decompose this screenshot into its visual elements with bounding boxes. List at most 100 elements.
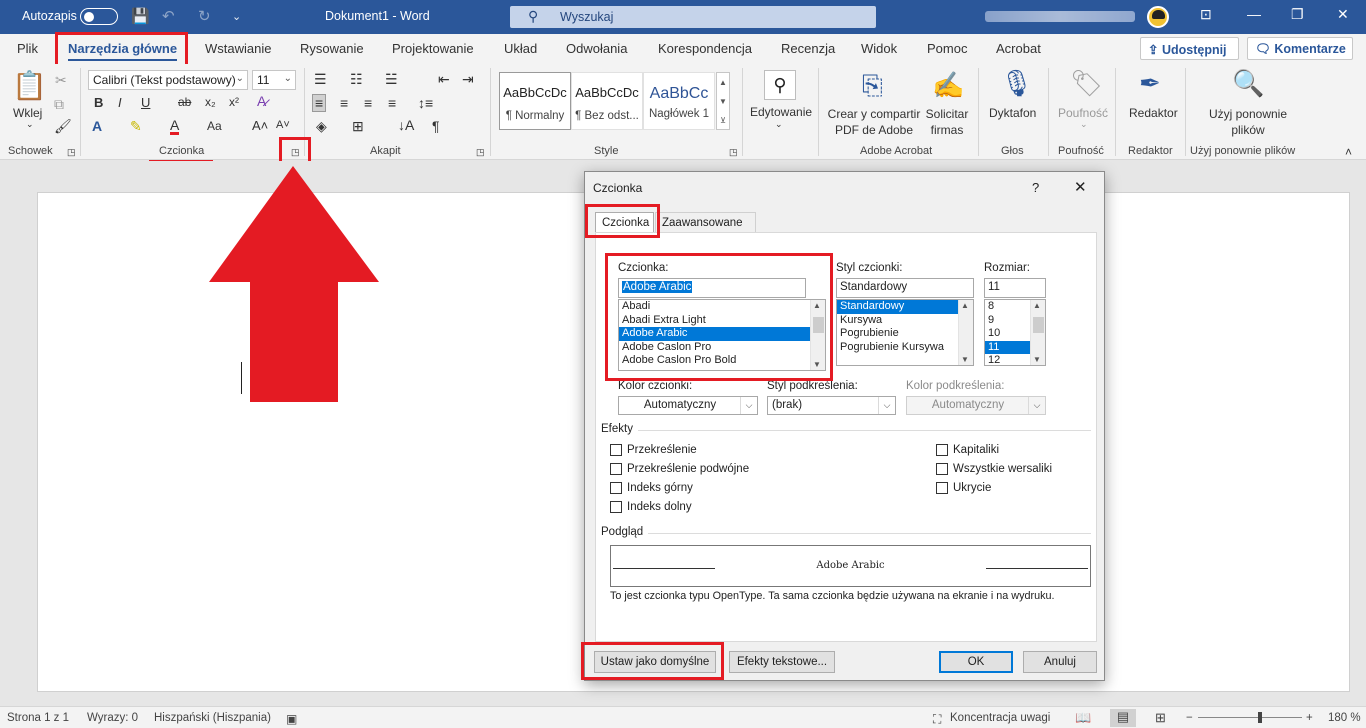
tab-advanced[interactable]: Zaawansowane [655,212,756,234]
line-spacing-icon[interactable]: ↕≡ [418,96,433,110]
strikethrough-checkbox[interactable] [610,444,622,456]
text-effects-button[interactable]: Efekty tekstowe... [729,651,835,673]
paragraph-launcher-icon[interactable]: ◳ [476,148,485,157]
share-button[interactable]: ⇪ Udostępnij [1140,37,1239,60]
superscript-icon[interactable]: x² [229,96,239,108]
comments-button[interactable]: 🗨 Komentarze [1247,37,1353,60]
styles-launcher-icon[interactable]: ◳ [729,148,738,157]
tab-draw[interactable]: Rysowanie [300,41,364,56]
tab-insert[interactable]: Wstawianie [205,41,271,56]
style-heading-1[interactable]: AaBbCc Nagłówek 1 [643,72,715,130]
underline-style-select[interactable]: (brak) ⌵ [767,396,896,415]
align-right-icon[interactable]: ≡ [364,96,372,110]
scrollbar[interactable]: ▲ ▼ [1030,300,1045,365]
avatar[interactable] [1147,6,1169,28]
web-layout-icon[interactable]: ⊞ [1155,710,1166,726]
language-indicator[interactable]: Hiszpański (Hiszpania) [154,712,271,724]
font-color-select[interactable]: Automatyczny ⌵ [618,396,758,415]
editor-icon[interactable]: ✒ [1139,70,1161,96]
style-normal[interactable]: AaBbCcDc ¶ Normalny [499,72,571,130]
ok-button[interactable]: OK [939,651,1013,673]
style-no-spacing[interactable]: AaBbCcDc ¶ Bez odst... [571,72,643,130]
microphone-icon[interactable]: 🎙 [1000,70,1033,96]
grow-font-icon[interactable]: A˄ [252,119,268,132]
tab-mailings[interactable]: Korespondencja [658,41,752,56]
paste-icon[interactable]: 📋 [12,72,47,100]
highlight-icon[interactable]: ✎ [130,119,142,133]
numbering-icon[interactable]: ☷ [350,72,363,86]
page-count[interactable]: Strona 1 z 1 [7,712,69,724]
print-layout-icon[interactable]: ▤ [1110,709,1136,727]
request-signatures-icon[interactable]: ✍ [932,72,964,98]
align-center-icon[interactable]: ≡ [340,96,348,110]
increase-indent-icon[interactable]: ⇥ [462,72,474,86]
restore-icon[interactable]: ❐ [1291,6,1304,23]
tab-layout[interactable]: Układ [504,41,537,56]
focus-icon[interactable]: ⛶ [933,712,941,727]
save-icon[interactable]: 💾 [131,7,150,25]
format-painter-icon[interactable]: 🖌 [54,119,72,133]
hidden-label[interactable]: Ukrycie [953,482,991,494]
ribbon-display-icon[interactable]: ⊡ [1200,6,1212,23]
tab-file[interactable]: Plik [17,41,38,56]
list-item[interactable]: Kursywa [837,314,973,328]
decrease-indent-icon[interactable]: ⇤ [438,72,450,86]
cut-icon[interactable]: ✂ [55,73,67,87]
tab-view[interactable]: Widok [861,41,897,56]
font-style-input[interactable]: Standardowy [836,278,974,298]
search-icon[interactable]: ⚲ [764,70,796,100]
borders-icon[interactable]: ⊞ [352,119,364,133]
list-item[interactable]: Pogrubienie Kursywa [837,341,973,355]
request-signatures-button[interactable]: Solicitar firmas [924,106,970,138]
create-pdf-icon[interactable]: ⎘ [862,72,883,98]
cancel-button[interactable]: Anuluj [1023,651,1097,673]
all-caps-checkbox[interactable] [936,463,948,475]
tab-design[interactable]: Projektowanie [392,41,474,56]
scroll-down-icon[interactable]: ▼ [1033,355,1041,364]
shading-icon[interactable]: ◈ [316,119,327,133]
double-strikethrough-label[interactable]: Przekreślenie podwójne [627,463,749,475]
scroll-up-icon[interactable]: ▲ [1033,301,1041,310]
subscript-icon[interactable]: x₂ [205,96,216,108]
superscript-checkbox[interactable] [610,482,622,494]
clear-formatting-icon[interactable]: A̷ [257,94,266,108]
double-strikethrough-checkbox[interactable] [610,463,622,475]
zoom-slider-thumb[interactable] [1258,712,1262,723]
strikethrough-icon[interactable]: ab [178,96,191,108]
list-item[interactable]: Pogrubienie [837,327,973,341]
minimize-icon[interactable]: — [1247,6,1261,22]
tab-help[interactable]: Pomoc [927,41,967,56]
align-left-icon[interactable]: ≡ [312,94,327,112]
scrollbar[interactable]: ▲ ▼ [958,300,973,365]
text-effects-icon[interactable]: A [92,119,102,133]
underline-icon[interactable]: U [141,96,150,109]
focus-mode[interactable]: Koncentracja uwagi [950,712,1050,724]
redo-icon[interactable]: ↻ [198,7,211,25]
change-case-icon[interactable]: Aa [207,120,222,132]
bold-icon[interactable]: B [94,96,103,109]
justify-icon[interactable]: ≡ [388,96,396,110]
scroll-down-icon[interactable]: ▼ [961,355,969,364]
zoom-in-icon[interactable]: + [1306,712,1313,724]
reuse-files-icon[interactable]: 🔍 [1232,70,1264,96]
subscript-checkbox[interactable] [610,501,622,513]
zoom-slider[interactable] [1198,717,1302,718]
account-name[interactable] [985,11,1135,22]
font-color-icon[interactable]: A [170,118,180,135]
collapse-ribbon-icon[interactable]: ˄ [1345,146,1352,158]
sort-icon[interactable]: ↓A [398,118,414,132]
zoom-out-icon[interactable]: − [1186,712,1193,724]
bullets-icon[interactable]: ☰ [314,72,327,86]
search-box[interactable]: ⚲ Wyszukaj [510,6,876,28]
styles-scroll[interactable]: ▲ ▼ ⊻ [716,72,730,130]
list-item-selected[interactable]: Standardowy [837,300,973,314]
font-style-list[interactable]: Standardowy Kursywa Pogrubienie Pogrubie… [836,299,974,366]
undo-icon[interactable]: ↶ [162,7,175,25]
hidden-checkbox[interactable] [936,482,948,494]
tab-acrobat[interactable]: Acrobat [996,41,1041,56]
shrink-font-icon[interactable]: A˅ [276,120,290,131]
accessibility-icon[interactable]: ▣ [286,712,297,726]
paste-button[interactable]: Wklej [13,106,42,120]
tab-review[interactable]: Recenzja [781,41,835,56]
scrollbar-thumb[interactable] [1033,317,1044,333]
